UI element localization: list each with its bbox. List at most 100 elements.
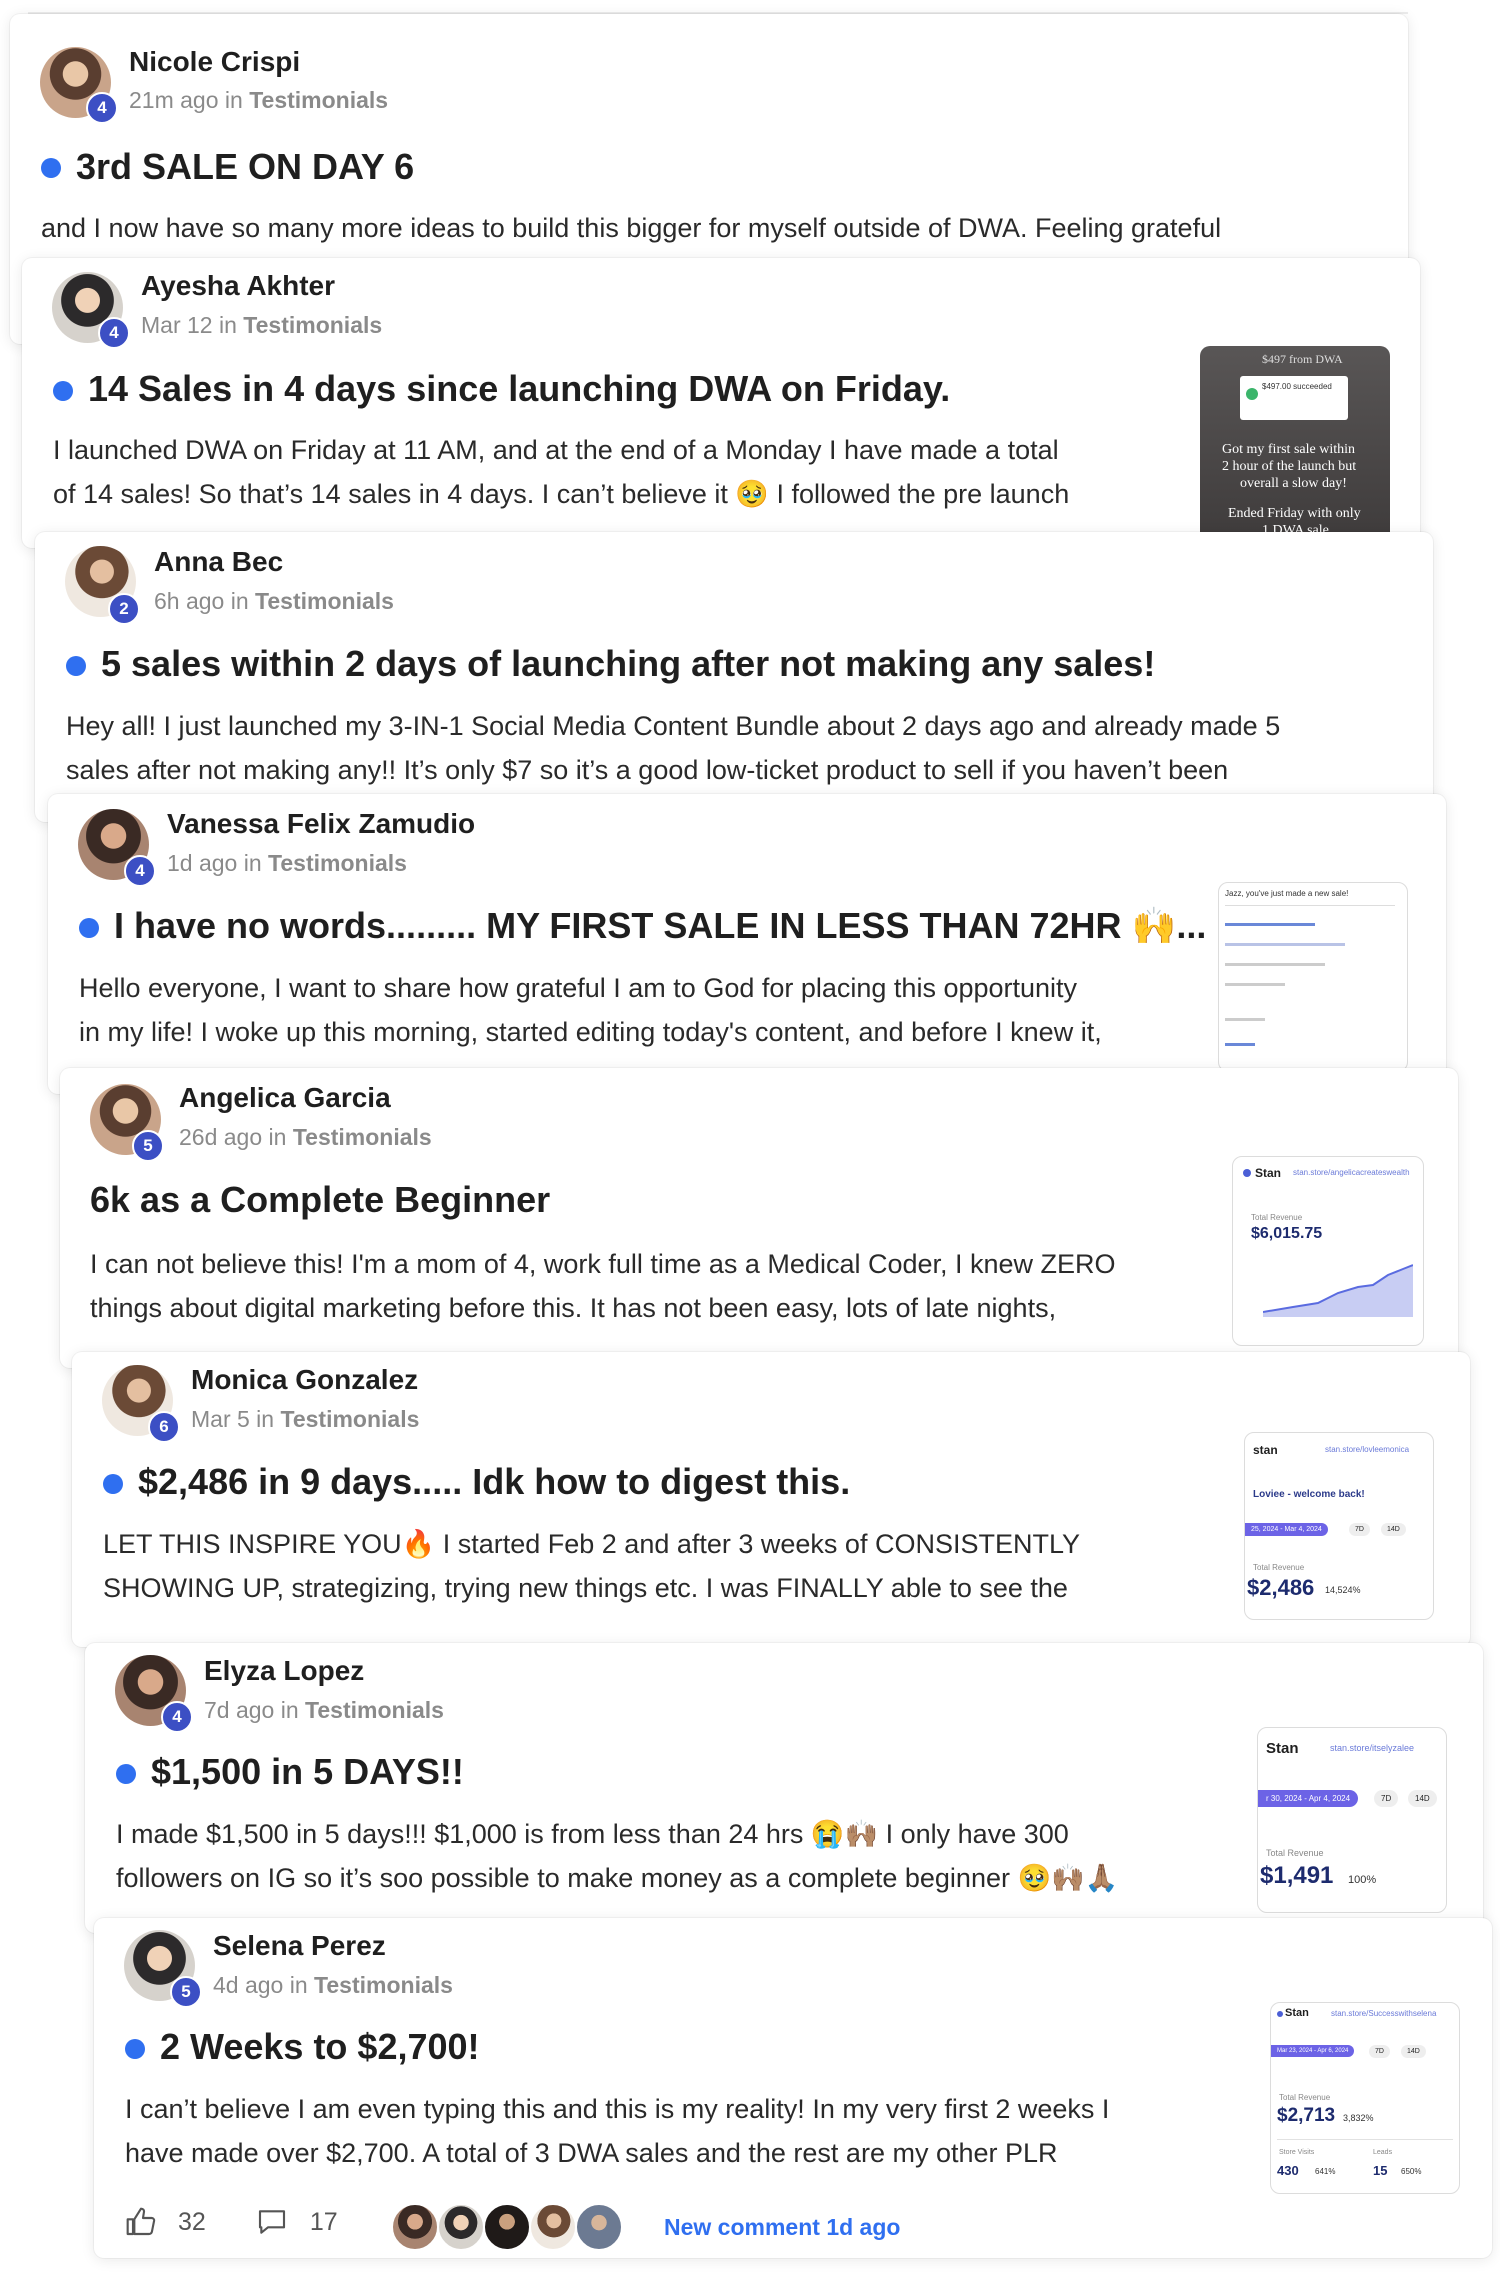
post-thumbnail[interactable]: Stan stan.store/itselyzalee r 30, 2024 -… (1257, 1727, 1447, 1913)
unread-dot (79, 918, 99, 938)
thumb-url: stan.store/itselyzalee (1330, 1743, 1415, 1753)
thumb-brand: Stan (1285, 2007, 1309, 2019)
level-badge: 5 (170, 1976, 202, 2008)
post-time: 4d ago (213, 1972, 284, 1998)
post-card-5[interactable]: 5 Angelica Garcia 26d ago in Testimonial… (60, 1068, 1458, 1368)
thumb-url: stan.store/Successwithselena (1331, 2009, 1437, 2018)
post-card-3[interactable]: 2 Anna Bec 6h ago in Testimonials 5 sale… (35, 532, 1433, 822)
post-meta: 6h ago in Testimonials (154, 588, 394, 615)
post-card-7[interactable]: 4 Elyza Lopez 7d ago in Testimonials $1,… (85, 1643, 1483, 1933)
post-title[interactable]: 5 sales within 2 days of launching after… (101, 643, 1155, 685)
level-badge: 4 (86, 92, 118, 124)
thumb-label: Total Revenue (1253, 1563, 1305, 1572)
author-name[interactable]: Anna Bec (154, 546, 283, 578)
post-excerpt: and I now have so many more ideas to bui… (41, 213, 1222, 243)
post-thumbnail[interactable]: Jazz, you've just made a new sale! (1218, 882, 1408, 1072)
thumb-receipt: $497.00 succeeded (1240, 376, 1348, 420)
thumb-sale: $497.00 succeeded (1262, 382, 1332, 391)
meta-sep: in (283, 1972, 315, 1998)
avatar (529, 2203, 577, 2251)
commenter-avatars[interactable] (391, 2203, 623, 2253)
thumb-url: stan.store/angelicacreateswealth (1293, 1168, 1410, 1177)
avatar (437, 2203, 485, 2251)
comment-count: 17 (309, 2207, 338, 2236)
post-meta: Mar 12 in Testimonials (141, 312, 382, 339)
post-card-4[interactable]: 4 Vanessa Felix Zamudio 1d ago in Testim… (48, 794, 1446, 1094)
post-title[interactable]: 3rd SALE ON DAY 6 (76, 146, 414, 188)
thumb-value: $2,486 (1247, 1575, 1315, 1600)
post-time: 21m ago (129, 87, 219, 113)
author-name[interactable]: Monica Gonzalez (191, 1364, 418, 1396)
post-title[interactable]: $2,486 in 9 days..... Idk how to digest … (138, 1461, 850, 1503)
new-comment-link[interactable]: New comment 1d ago (664, 2214, 900, 2241)
thumb-label: Total Revenue (1251, 1213, 1303, 1222)
stan-logo-icon (1243, 1169, 1251, 1177)
post-thumbnail[interactable]: Stan stan.store/angelicacreateswealth To… (1232, 1156, 1424, 1346)
thumb-range: Mar 23, 2024 - Apr 6, 2024 (1271, 2045, 1355, 2057)
post-excerpt: I can not believe this! I'm a mom of 4, … (90, 1249, 1116, 1323)
category-link[interactable]: Testimonials (249, 87, 388, 113)
like-button[interactable]: 32 (124, 2206, 206, 2238)
post-title[interactable]: 14 Sales in 4 days since launching DWA o… (88, 368, 950, 410)
post-footer: 32 17 (124, 2206, 338, 2238)
meta-sep: in (237, 850, 269, 876)
post-excerpt: LET THIS INSPIRE YOU🔥 I started Feb 2 an… (103, 1529, 1080, 1603)
thumb-value: 430 (1277, 2163, 1299, 2178)
thumb-line (1225, 1018, 1265, 1021)
stan-logo-icon (1277, 2011, 1283, 2017)
thumb-label: Total Revenue (1266, 1848, 1324, 1858)
level-badge: 6 (148, 1411, 180, 1443)
thumb-change: 3,832% (1343, 2113, 1374, 2123)
period-7d: 7D (1369, 2045, 1390, 2058)
post-thumbnail[interactable]: $497 from DWA $497.00 succeeded Got my f… (1200, 346, 1390, 546)
meta-sep: in (224, 588, 256, 614)
thumb-change: 14,524% (1325, 1585, 1361, 1595)
meta-sep: in (212, 312, 244, 338)
period-14d: 14D (1401, 2045, 1426, 2058)
author-name[interactable]: Elyza Lopez (204, 1655, 364, 1687)
category-link[interactable]: Testimonials (255, 588, 394, 614)
author-name[interactable]: Selena Perez (213, 1930, 386, 1962)
post-thumbnail[interactable]: stan stan.store/lovleemonica Loviee - we… (1244, 1432, 1434, 1620)
level-badge: 4 (124, 855, 156, 887)
author-name[interactable]: Angelica Garcia (179, 1082, 391, 1114)
post-excerpt: I launched DWA on Friday at 11 AM, and a… (53, 435, 1070, 509)
level-badge: 4 (161, 1701, 193, 1733)
level-badge: 5 (132, 1130, 164, 1162)
thumb-brand: Stan (1266, 1740, 1299, 1757)
thumb-header: $497 from DWA (1262, 352, 1343, 366)
thumbs-up-icon (126, 2207, 156, 2236)
thumb-value: $6,015.75 (1251, 1225, 1323, 1242)
post-card-2[interactable]: 4 Ayesha Akhter Mar 12 in Testimonials 1… (22, 258, 1420, 548)
thumb-change: 100% (1348, 1874, 1377, 1886)
post-title[interactable]: I have no words......... MY FIRST SALE I… (114, 905, 1206, 947)
post-meta: 1d ago in Testimonials (167, 850, 407, 877)
thumb-line (1225, 1043, 1255, 1046)
comment-button[interactable]: 17 (254, 2206, 338, 2238)
thumb-line (1225, 905, 1395, 906)
thumb-label: Leads (1373, 2149, 1393, 2156)
unread-dot (53, 381, 73, 401)
author-name[interactable]: Vanessa Felix Zamudio (167, 808, 475, 840)
post-card-8[interactable]: 5 Selena Perez 4d ago in Testimonials 2 … (94, 1918, 1492, 2258)
post-title[interactable]: $1,500 in 5 DAYS!! (151, 1751, 464, 1793)
post-title[interactable]: 2 Weeks to $2,700! (160, 2026, 480, 2068)
post-excerpt: I can’t believe I am even typing this an… (125, 2094, 1110, 2168)
post-excerpt: I made $1,500 in 5 days!!! $1,000 is fro… (116, 1819, 1119, 1893)
avatar (575, 2203, 623, 2251)
category-link[interactable]: Testimonials (305, 1697, 444, 1723)
post-time: Mar 12 (141, 312, 213, 338)
post-thumbnail[interactable]: Stan stan.store/Successwithselena Mar 23… (1270, 2002, 1460, 2194)
thumb-text: Jazz, you've just made a new sale! (1225, 889, 1349, 898)
check-icon (1246, 388, 1258, 400)
thumb-line (1225, 923, 1315, 926)
category-link[interactable]: Testimonials (243, 312, 382, 338)
author-name[interactable]: Nicole Crispi (129, 46, 300, 78)
post-title[interactable]: 6k as a Complete Beginner (90, 1179, 550, 1221)
category-link[interactable]: Testimonials (314, 1972, 453, 1998)
category-link[interactable]: Testimonials (268, 850, 407, 876)
category-link[interactable]: Testimonials (280, 1406, 419, 1432)
post-card-6[interactable]: 6 Monica Gonzalez Mar 5 in Testimonials … (72, 1352, 1470, 1647)
category-link[interactable]: Testimonials (293, 1124, 432, 1150)
author-name[interactable]: Ayesha Akhter (141, 270, 335, 302)
